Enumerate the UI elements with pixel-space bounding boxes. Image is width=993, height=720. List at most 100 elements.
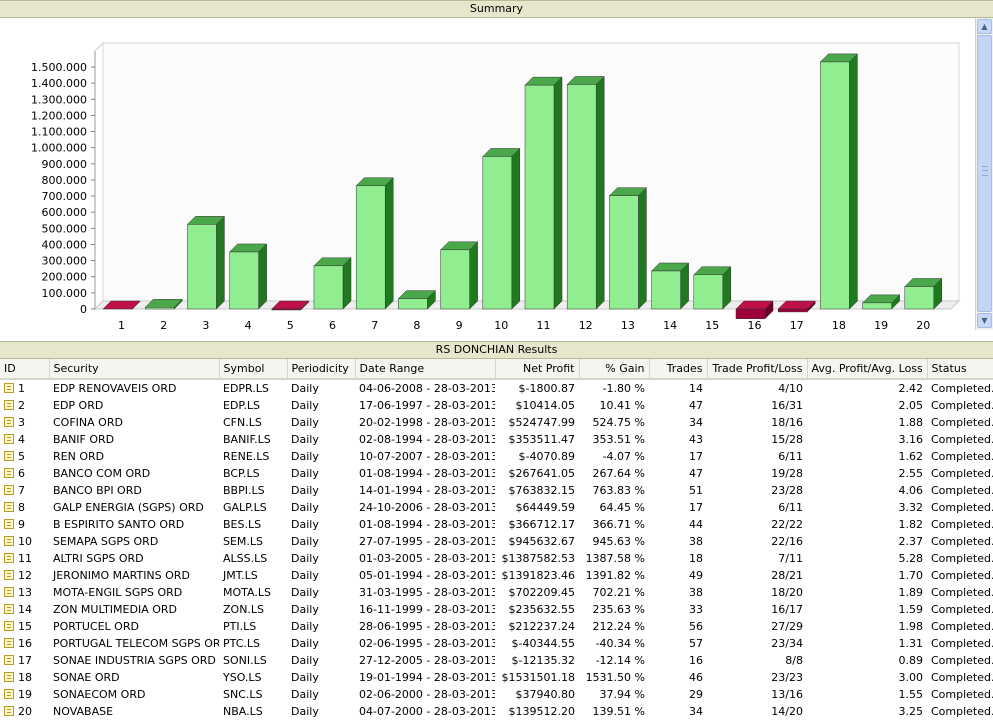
- cell-date-range: 10-07-2007 - 28-03-2013: [359, 450, 495, 463]
- cell-net-profit: $64449.59: [515, 501, 576, 514]
- y-tick-label: 1.500.000: [31, 61, 87, 74]
- table-row[interactable]: 6 BANCO COM ORD BCP.LS Daily 01-08-1994 - 28…: [0, 465, 993, 482]
- cell-avg-profit-loss: 5.28: [898, 552, 924, 565]
- row-id-label: 2: [18, 399, 25, 412]
- cell-net-profit: $267641.05: [508, 467, 575, 480]
- cell-id: 18: [0, 669, 49, 686]
- y-axis-depth-line: [94, 42, 104, 52]
- y-tick-label: 700.000: [42, 190, 88, 203]
- document-icon: [4, 604, 14, 614]
- bar: [229, 251, 259, 310]
- table-row[interactable]: 16 PORTUGAL TELECOM SGPS ORD PTC.LS Daily 02…: [0, 635, 993, 652]
- cell-trade-profit-loss: 22/16: [771, 535, 803, 548]
- cell-date-range: 14-01-1994 - 28-03-2013: [359, 484, 495, 497]
- bar-side-face: [511, 147, 521, 310]
- cell-avg-profit-loss: 2.42: [898, 382, 924, 395]
- document-icon: [4, 519, 14, 529]
- cell-avg-profit-loss: 2.05: [898, 399, 924, 412]
- bar-side-face: [553, 76, 563, 310]
- grip-icon: [982, 166, 988, 176]
- table-row[interactable]: 14 ZON MULTIMEDIA ORD ZON.LS Daily 16-11-199…: [0, 601, 993, 618]
- column-header-net-profit[interactable]: Net Profit: [495, 359, 580, 380]
- column-header-security[interactable]: Security: [49, 359, 220, 380]
- table-row[interactable]: 3 COFINA ORD CFN.LS Daily 20-02-1998 - 28-03…: [0, 414, 993, 431]
- table-row[interactable]: 19 SONAECOM ORD SNC.LS Daily 02-06-2000 - 28…: [0, 686, 993, 703]
- cell-symbol: PTI.LS: [223, 620, 257, 633]
- summary-panel-title: Summary: [0, 0, 993, 18]
- cell-symbol: SONI.LS: [223, 654, 267, 667]
- y-tick-label: 300.000: [42, 255, 88, 268]
- table-row[interactable]: 5 REN ORD RENE.LS Daily 10-07-2007 - 28-03-2…: [0, 448, 993, 465]
- cell-trades: 16: [689, 654, 703, 667]
- cell-id: 13: [0, 584, 49, 601]
- bar-side-face: [638, 187, 647, 310]
- column-header-avg-profit-loss[interactable]: Avg. Profit/Avg. Loss: [807, 359, 928, 380]
- cell-trade-profit-loss: 28/21: [771, 569, 803, 582]
- cell-id: 14: [0, 601, 49, 618]
- cell-id: 20: [0, 703, 49, 720]
- table-row[interactable]: 18 SONAE ORD YSO.LS Daily 19-01-1994 - 28-03…: [0, 669, 993, 686]
- cell-periodicity: Daily: [291, 637, 319, 650]
- x-tick-label: 19: [874, 319, 888, 330]
- column-header-trades[interactable]: Trades: [649, 359, 708, 380]
- cell-net-profit: $-12135.32: [511, 654, 575, 667]
- table-row[interactable]: 12 JERONIMO MARTINS ORD JMT.LS Daily 05-01-1…: [0, 567, 993, 584]
- bar: [482, 156, 513, 310]
- x-tick-label: 2: [160, 319, 167, 330]
- table-row[interactable]: 17 SONAE INDUSTRIA SGPS ORD SONI.LS Daily 27…: [0, 652, 993, 669]
- column-header-periodicity[interactable]: Periodicity: [287, 359, 356, 380]
- table-row[interactable]: 9 B ESPIRITO SANTO ORD BES.LS Daily 01-08-19…: [0, 516, 993, 533]
- column-header-gain[interactable]: % Gain: [579, 359, 650, 380]
- cell-security: SEMAPA SGPS ORD: [53, 535, 159, 548]
- column-header-date-range[interactable]: Date Range: [355, 359, 496, 380]
- bar-side-face: [216, 215, 225, 310]
- scroll-down-button[interactable]: ▼: [977, 313, 992, 328]
- cell-trade-profit-loss: 16/31: [771, 399, 803, 412]
- table-row[interactable]: 8 GALP ENERGIA (SGPS) ORD GALP.LS Daily 24-1…: [0, 499, 993, 516]
- cell-gain: 366.71 %: [592, 518, 645, 531]
- cell-trades: 17: [689, 450, 703, 463]
- cell-trades: 34: [689, 705, 703, 718]
- cell-trade-profit-loss: 16/17: [771, 603, 803, 616]
- table-row[interactable]: 20 NOVABASE NBA.LS Daily 04-07-2000 - 28-03-…: [0, 703, 993, 720]
- cell-gain: 763.83 %: [592, 484, 645, 497]
- cell-gain: 1387.58 %: [585, 552, 645, 565]
- cell-trade-profit-loss: 18/16: [771, 416, 803, 429]
- column-header-status[interactable]: Status: [927, 359, 993, 380]
- cell-net-profit: $524747.99: [508, 416, 575, 429]
- table-row[interactable]: 2 EDP ORD EDP.LS Daily 17-06-1997 - 28-03-20…: [0, 397, 993, 414]
- table-row[interactable]: 1 EDP RENOVAVEIS ORD EDPR.LS Daily 04-06-200…: [0, 379, 993, 397]
- table-row[interactable]: 7 BANCO BPI ORD BBPI.LS Daily 14-01-1994 - 2…: [0, 482, 993, 499]
- cell-security: GALP ENERGIA (SGPS) ORD: [53, 501, 204, 514]
- x-tick-label: 16: [748, 319, 762, 330]
- column-header-id[interactable]: ID: [0, 359, 50, 380]
- bar: [777, 308, 808, 313]
- bar: [187, 224, 217, 310]
- scroll-up-button[interactable]: ▲: [977, 19, 992, 34]
- cell-status: Completed.: [931, 705, 993, 718]
- table-row[interactable]: 4 BANIF ORD BANIF.LS Daily 02-08-1994 - 28-0…: [0, 431, 993, 448]
- table-row[interactable]: 15 PORTUCEL ORD PTI.LS Daily 28-06-1995 - 28…: [0, 618, 993, 635]
- cell-symbol: BCP.LS: [223, 467, 260, 480]
- cell-net-profit: $1387582.53: [501, 552, 575, 565]
- table-header-row: ID Security Symbol Periodicity Date Rang…: [0, 359, 993, 380]
- y-tick-label: 400.000: [42, 238, 88, 251]
- column-header-trade-profit-loss[interactable]: Trade Profit/Loss: [707, 359, 808, 380]
- scroll-thumb[interactable]: [977, 35, 992, 312]
- y-tick-label: 1.100.000: [31, 126, 87, 139]
- chart-vertical-scrollbar[interactable]: ▲ ▼: [975, 18, 993, 330]
- table-row[interactable]: 13 MOTA-ENGIL SGPS ORD MOTA.LS Daily 31-03-1…: [0, 584, 993, 601]
- cell-status: Completed.: [931, 433, 993, 446]
- cell-status: Completed.: [931, 501, 993, 514]
- cell-symbol: BBPI.LS: [223, 484, 265, 497]
- cell-trade-profit-loss: 7/11: [778, 552, 803, 565]
- cell-trade-profit-loss: 15/28: [771, 433, 803, 446]
- cell-gain: 524.75 %: [592, 416, 645, 429]
- cell-id: 7: [0, 482, 49, 499]
- table-row[interactable]: 10 SEMAPA SGPS ORD SEM.LS Daily 27-07-1995 -…: [0, 533, 993, 550]
- column-header-symbol[interactable]: Symbol: [219, 359, 288, 380]
- cell-date-range: 31-03-1995 - 28-03-2013: [359, 586, 495, 599]
- cell-date-range: 28-06-1995 - 28-03-2013: [359, 620, 495, 633]
- table-row[interactable]: 11 ALTRI SGPS ORD ALSS.LS Daily 01-03-2005 -…: [0, 550, 993, 567]
- cell-status: Completed.: [931, 552, 993, 565]
